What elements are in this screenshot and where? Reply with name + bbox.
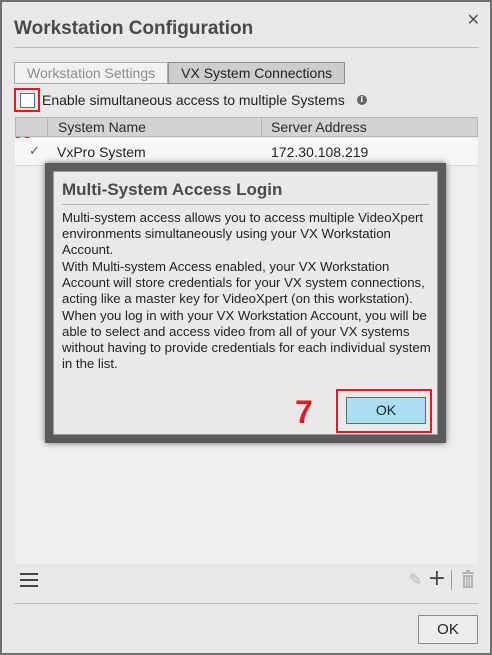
column-header-server-address[interactable]: Server Address <box>262 118 477 136</box>
dialog-divider <box>62 204 429 205</box>
dialog-paragraph-2: With Multi-system Access enabled, your V… <box>62 259 431 372</box>
checkbox-highlight <box>14 88 40 112</box>
enable-multi-system-row: Enable simultaneous access to multiple S… <box>14 88 367 112</box>
edit-icon[interactable]: ✎ <box>409 570 422 589</box>
menu-icon[interactable] <box>20 573 38 587</box>
info-icon[interactable]: i <box>356 95 367 105</box>
step-7-marker: 7 <box>295 394 313 430</box>
title-divider <box>14 47 478 48</box>
footer-divider <box>14 603 478 604</box>
system-name-cell: VxPro System <box>57 144 146 160</box>
dialog-paragraph-1: Multi-system access allows you to access… <box>62 210 424 258</box>
add-icon[interactable]: + <box>428 566 446 591</box>
enable-multi-system-checkbox[interactable] <box>19 92 35 108</box>
ok-button[interactable]: OK <box>418 615 478 644</box>
dialog-ok-button[interactable]: OK <box>346 397 426 424</box>
connected-check-icon: ✓ <box>29 144 40 159</box>
window-title: Workstation Configuration <box>14 18 254 39</box>
systems-table: System Name Server Address <box>47 117 478 137</box>
table-header-stub <box>15 117 48 137</box>
tab-workstation-settings[interactable]: Workstation Settings <box>14 62 169 84</box>
trash-icon[interactable] <box>461 570 475 588</box>
server-address-cell: 172.30.108.219 <box>271 144 369 160</box>
tab-vx-system-connections[interactable]: VX System Connections <box>168 62 346 84</box>
table-row[interactable]: ✓ VxPro System 172.30.108.219 <box>15 138 478 166</box>
close-icon[interactable]: ✕ <box>467 13 480 29</box>
toolbar-divider <box>451 570 452 590</box>
enable-multi-system-label: Enable simultaneous access to multiple S… <box>42 92 345 108</box>
table-header: System Name Server Address <box>47 117 478 137</box>
tab-bar: Workstation Settings VX System Connectio… <box>14 62 346 84</box>
dialog-title: Multi-System Access Login <box>62 180 283 199</box>
column-header-system-name[interactable]: System Name <box>48 118 262 136</box>
bottom-toolbar: ✎ + <box>14 566 478 594</box>
